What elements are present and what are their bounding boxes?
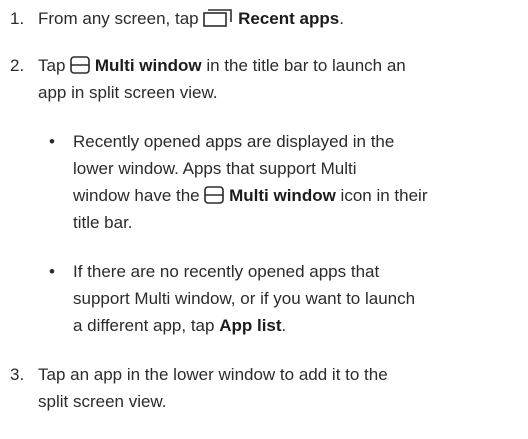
multi-window-icon [204,186,225,204]
bullet-text: window have the [73,186,200,205]
step-3-line-1: Tap an app in the lower window to add it… [38,365,388,384]
bullet-2-line-2: support Multi window, or if you want to … [73,289,416,308]
bullet-2-line-1: If there are no recently opened apps tha… [73,262,380,281]
bullet-dot: • [49,132,55,151]
bullet-1-line-2: lower window. Apps that support Multi [73,159,357,178]
step-2-line-2: app in split screen view. [38,83,218,102]
step-3-line-2: split screen view. [38,392,167,411]
step-2-line-1: Tap Multi window in the title bar to lau… [38,56,406,76]
instruction-document: 1. From any screen, tap Recent apps. 2. … [0,0,528,439]
step-number: 3. [10,365,25,384]
bullet-1-line-4: title bar. [73,213,133,232]
multi-window-label: Multi window [94,56,202,75]
multi-window-label: Multi window [229,186,336,205]
step-text: in the title bar to launch an [206,56,406,75]
bullet-text: a different app, tap [73,316,215,335]
bullet-dot: • [49,262,55,281]
bullet-1-line-3: window have the Multi window icon in the… [73,186,427,206]
app-list-label: App list [219,316,282,335]
step-number: 2. [10,56,25,75]
bullet-text: . [281,316,287,335]
bullet-text: icon in their [340,186,428,205]
step-text: Tap [38,56,66,75]
recent-apps-label: Recent apps [238,9,340,28]
step-number: 1. [10,9,25,28]
step-1-text: From any screen, tap Recent apps. [38,9,344,29]
bullet-2-line-3: a different app, tap App list. [73,316,286,336]
multi-window-icon [70,56,90,74]
bullet-1-line-1: Recently opened apps are displayed in th… [73,132,395,151]
step-text: From any screen, tap [38,9,199,28]
recent-apps-icon [203,9,233,27]
step-text: . [339,9,344,28]
